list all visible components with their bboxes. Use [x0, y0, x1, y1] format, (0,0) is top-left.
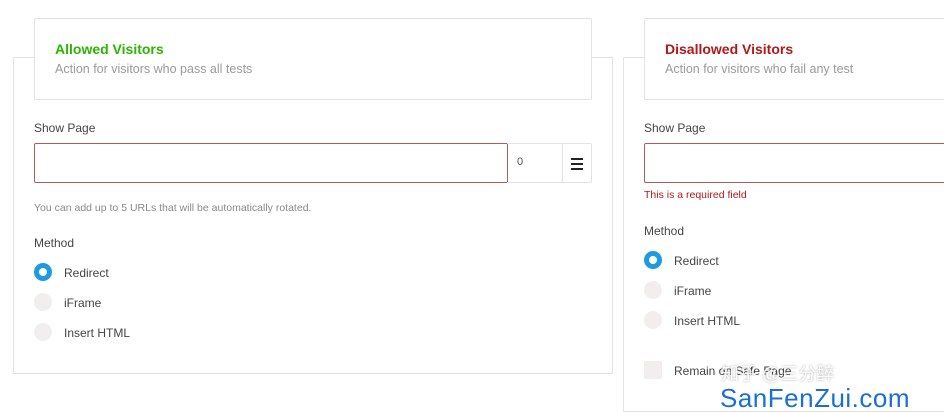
allowed-method-insert-html-radio[interactable]: [34, 323, 52, 341]
allowed-show-page-label: Show Page: [34, 121, 96, 135]
disallowed-url-input[interactable]: [644, 143, 944, 183]
menu-icon: [571, 158, 583, 160]
disallowed-url-error: This is a required field: [644, 189, 747, 201]
disallowed-method-redirect-radio[interactable]: [644, 251, 662, 269]
allowed-visitors-subtitle: Action for visitors who pass all tests: [55, 62, 253, 76]
visitor-actions-page: Allowed Visitors Action for visitors who…: [0, 0, 944, 412]
disallowed-method-insert-html-radio[interactable]: [644, 311, 662, 329]
disallowed-method-label: Method: [644, 224, 685, 238]
allowed-method-redirect-label: Redirect: [64, 266, 109, 280]
disallowed-method-redirect-label: Redirect: [674, 254, 719, 268]
remain-on-safe-page-checkbox[interactable]: [644, 361, 662, 379]
allowed-method-insert-html-label: Insert HTML: [64, 326, 131, 340]
allowed-method-iframe-radio[interactable]: [34, 293, 52, 311]
allowed-visitors-title: Allowed Visitors: [55, 41, 164, 57]
menu-icon: [571, 168, 583, 170]
disallowed-visitors-header-card: Disallowed Visitors Action for visitors …: [644, 18, 944, 100]
disallowed-method-iframe-radio[interactable]: [644, 281, 662, 299]
disallowed-method-iframe-label: iFrame: [674, 284, 712, 298]
watermark-site: SanFenZui.com: [720, 383, 911, 412]
allowed-url-input[interactable]: [34, 143, 508, 183]
allowed-url-count: 0: [507, 143, 563, 183]
allowed-url-hint: You can add up to 5 URLs that will be au…: [34, 202, 312, 214]
allowed-method-label: Method: [34, 236, 75, 250]
disallowed-show-page-label: Show Page: [644, 121, 706, 135]
menu-icon: [571, 163, 583, 165]
allowed-url-menu-button[interactable]: [562, 143, 592, 183]
allowed-method-redirect-radio[interactable]: [34, 263, 52, 281]
disallowed-visitors-title: Disallowed Visitors: [665, 41, 794, 57]
allowed-visitors-header-card: Allowed Visitors Action for visitors who…: [34, 18, 592, 100]
disallowed-visitors-subtitle: Action for visitors who fail any test: [665, 62, 854, 76]
disallowed-method-insert-html-label: Insert HTML: [674, 314, 741, 328]
allowed-method-iframe-label: iFrame: [64, 296, 102, 310]
